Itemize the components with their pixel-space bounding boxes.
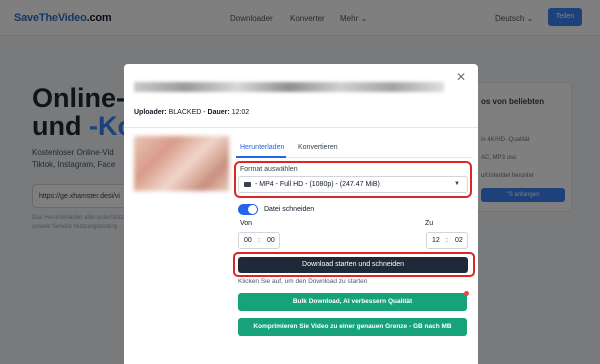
end-minutes[interactable]: 02 <box>455 237 463 244</box>
trim-toggle-label: Datei schneiden <box>264 206 315 213</box>
uploader-value: BLACKED <box>168 109 202 116</box>
end-hours[interactable]: 12 <box>432 237 440 244</box>
tab-herunterladen[interactable]: Herunterladen <box>240 144 284 151</box>
video-title-blurred <box>134 82 444 92</box>
active-tab-indicator <box>236 156 286 158</box>
notification-dot <box>464 291 469 296</box>
compress-video-button[interactable]: Komprimieren Sie Video zu einer genauen … <box>238 318 467 336</box>
divider <box>124 127 478 128</box>
highlight-box-format <box>234 161 472 198</box>
start-minutes[interactable]: 00 <box>267 237 275 244</box>
tab-bar: Herunterladen Konvertieren <box>236 142 472 158</box>
download-hint: Klicken Sie auf, um den Download zu star… <box>238 278 368 285</box>
duration-label: Dauer: <box>207 109 230 116</box>
time-separator: : <box>446 237 448 244</box>
highlight-box-download <box>233 252 475 277</box>
tab-konvertieren[interactable]: Konvertieren <box>298 144 338 151</box>
toggle-knob <box>248 205 257 214</box>
time-separator: : <box>258 237 260 244</box>
video-meta: Uploader: BLACKED - Dauer: 12:02 <box>134 109 250 116</box>
duration-value: 12:02 <box>231 109 250 116</box>
to-label: Zu <box>425 220 434 227</box>
close-icon[interactable]: ✕ <box>456 70 466 84</box>
video-thumbnail <box>134 136 229 191</box>
start-hours[interactable]: 00 <box>244 237 252 244</box>
from-label: Von <box>240 220 253 227</box>
end-time-field[interactable]: 12 : 02 <box>426 232 468 249</box>
trim-toggle[interactable] <box>238 204 258 215</box>
start-time-field[interactable]: 00 : 00 <box>238 232 280 249</box>
bulk-download-button[interactable]: Bulk Download, AI verbessern Qualität <box>238 293 467 311</box>
uploader-label: Uploader: <box>134 109 167 116</box>
download-modal: ✕ Uploader: BLACKED - Dauer: 12:02 Herun… <box>124 64 478 364</box>
